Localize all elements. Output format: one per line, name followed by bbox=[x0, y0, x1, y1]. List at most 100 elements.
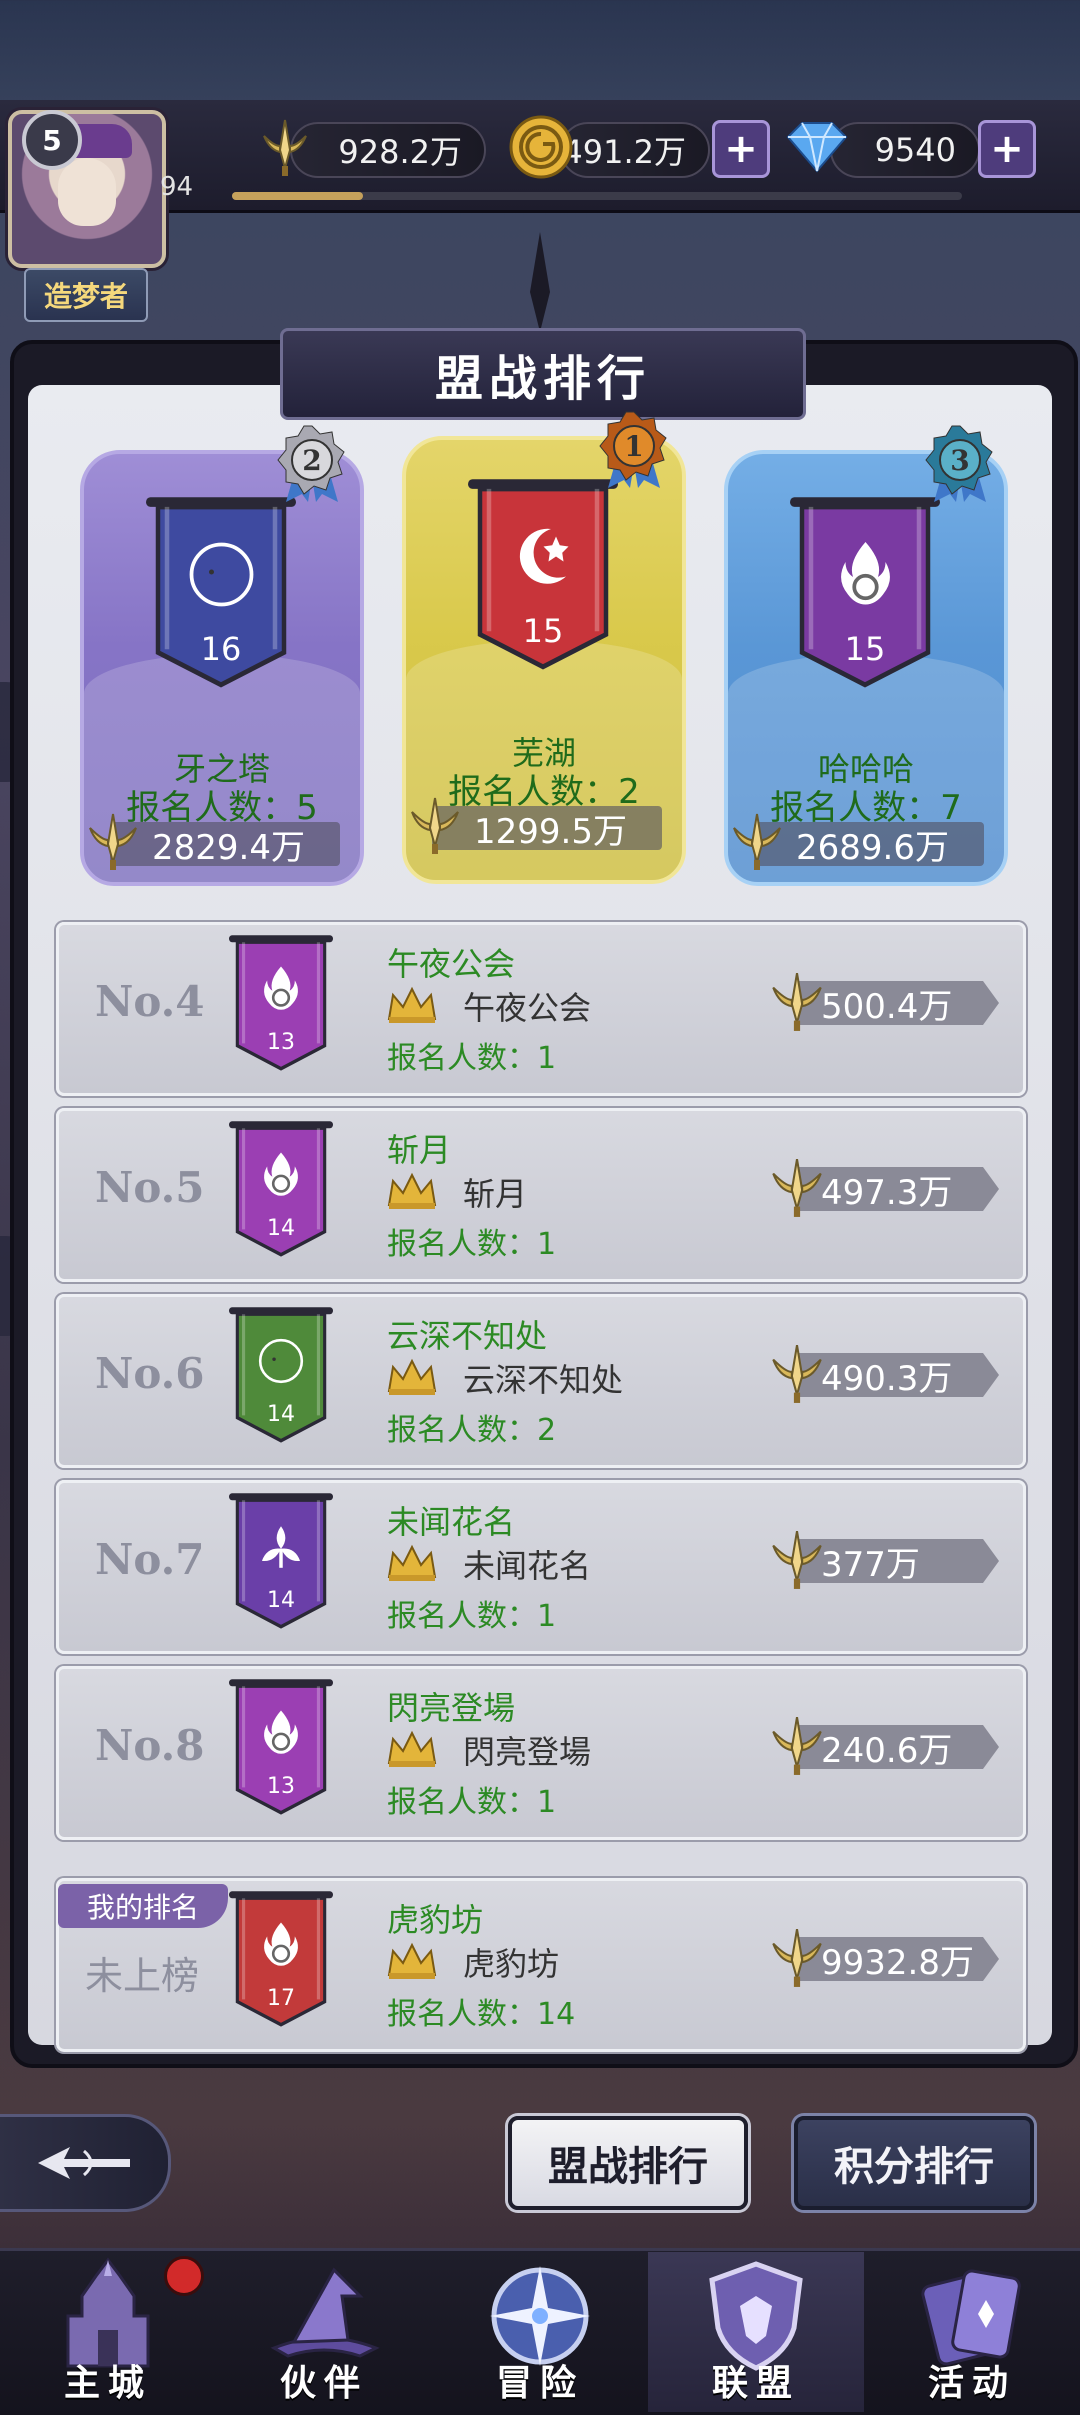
nav-label: 活动 bbox=[927, 2362, 1016, 2404]
my-rank-tag: 我的排名 bbox=[58, 1884, 228, 1928]
my-rank-status: 未上榜 bbox=[85, 1954, 200, 1998]
guild-leader: 未闻花名 bbox=[463, 1547, 592, 1585]
guild-name: 閃亮登場 bbox=[387, 1689, 516, 1727]
guild-power: 240.6万 bbox=[799, 1725, 999, 1769]
table-row[interactable]: No.4 13 午夜公会 午夜公会 报名人数：1 500.4万 bbox=[56, 922, 1026, 1096]
emblem-number: 13 bbox=[267, 1029, 295, 1055]
guild-registrations: 报名人数：1 bbox=[387, 1599, 557, 1634]
add-diamond-button[interactable]: + bbox=[978, 120, 1036, 178]
nav-item-1[interactable]: 伙伴 bbox=[216, 2252, 432, 2412]
nav-label: 主城 bbox=[63, 2362, 152, 2404]
emblem-number: 14 bbox=[267, 1587, 295, 1613]
guild-power: 500.4万 bbox=[799, 981, 999, 1025]
svg-text:2: 2 bbox=[302, 444, 321, 477]
flame-icon bbox=[264, 1922, 298, 1967]
power-sword-icon bbox=[250, 112, 320, 182]
diamond-icon bbox=[782, 112, 852, 182]
title-ornament-icon bbox=[530, 232, 550, 332]
guild-power: 497.3万 bbox=[799, 1167, 999, 1211]
emblem-number: 15 bbox=[522, 611, 564, 650]
power-sword-icon bbox=[772, 972, 822, 1031]
moon-icon bbox=[189, 542, 253, 607]
flame-icon bbox=[264, 1710, 298, 1755]
rank-number: No.7 bbox=[95, 1535, 205, 1584]
emblem-number: 13 bbox=[267, 1773, 295, 1799]
my-guild-name: 虎豹坊 bbox=[387, 1901, 484, 1939]
rank-medal-1: 1 bbox=[594, 410, 674, 494]
my-guild-leader: 虎豹坊 bbox=[463, 1945, 560, 1983]
crown-icon bbox=[387, 1172, 437, 1209]
guild-name: 斩月 bbox=[387, 1131, 452, 1169]
power-sword-icon bbox=[733, 813, 781, 870]
flower-icon bbox=[261, 1526, 301, 1569]
guild-registrations: 报名人数：1 bbox=[387, 1227, 557, 1262]
crown-icon bbox=[387, 1358, 437, 1395]
podium-card-3[interactable]: 15 哈哈哈 报名人数：7 2689.6万 bbox=[724, 450, 1008, 886]
guild-name: 云深不知处 bbox=[387, 1317, 548, 1355]
xp-level-number: 94 bbox=[160, 172, 194, 202]
panel-title: 盟战排行 bbox=[280, 328, 806, 420]
emblem-number: 17 bbox=[267, 1985, 295, 2011]
power-sword-icon bbox=[772, 1716, 822, 1775]
guild-leader: 閃亮登場 bbox=[463, 1733, 592, 1771]
nav-label: 伙伴 bbox=[279, 2362, 368, 2404]
svg-text:1: 1 bbox=[624, 430, 643, 463]
gold-coin-icon bbox=[506, 112, 576, 182]
emblem-number: 16 bbox=[200, 629, 242, 668]
flame-icon bbox=[264, 966, 298, 1011]
table-row[interactable]: No.5 14 斩月 斩月 报名人数：1 497.3万 bbox=[56, 1108, 1026, 1282]
add-gold-button[interactable]: + bbox=[712, 120, 770, 178]
crown-icon bbox=[387, 1544, 437, 1581]
rank-medal-2: 2 bbox=[272, 424, 352, 508]
rank-number: No.8 bbox=[95, 1721, 205, 1770]
podium-card-2[interactable]: 16 牙之塔 报名人数：5 2829.4万 bbox=[80, 450, 364, 886]
nav-item-2[interactable]: 冒险 bbox=[432, 2252, 648, 2412]
player-level-badge: 5 bbox=[22, 110, 82, 170]
podium-card-1[interactable]: 15 芜湖 报名人数：2 1299.5万 bbox=[402, 436, 686, 884]
emblem-number: 14 bbox=[267, 1215, 295, 1241]
back-button[interactable] bbox=[0, 2114, 171, 2212]
power-sword-icon bbox=[772, 1530, 822, 1589]
guild-name: 午夜公会 bbox=[387, 945, 516, 983]
table-row[interactable]: No.7 14 未闻花名 未闻花名 报名人数：1 377万 bbox=[56, 1480, 1026, 1654]
notification-dot bbox=[164, 2256, 204, 2296]
power-sword-icon bbox=[772, 1344, 822, 1403]
guild-registrations: 报名人数：1 bbox=[387, 1041, 557, 1076]
nav-item-4[interactable]: 活动 bbox=[864, 2252, 1080, 2412]
guild-registrations: 报名人数：2 bbox=[387, 1413, 557, 1448]
rank-number: No.4 bbox=[95, 977, 205, 1026]
guild-leader: 斩月 bbox=[463, 1175, 528, 1213]
player-title-tag[interactable]: 造梦者 bbox=[24, 268, 148, 322]
my-guild-registrations: 报名人数：14 bbox=[387, 1997, 576, 2032]
tab-alliance-war-ranking[interactable]: 盟战排行 bbox=[508, 2116, 748, 2210]
podium-power: 1299.5万 bbox=[432, 806, 662, 852]
crescent-star-icon bbox=[519, 528, 568, 584]
power-sword-icon bbox=[772, 1928, 822, 1987]
crown-icon bbox=[387, 1730, 437, 1767]
guild-name: 未闻花名 bbox=[387, 1503, 516, 1541]
crown-icon bbox=[387, 1942, 437, 1979]
flame-icon bbox=[840, 541, 890, 605]
rank-number: No.5 bbox=[95, 1163, 205, 1212]
emblem-number: 15 bbox=[844, 629, 886, 668]
rank-number: No.6 bbox=[95, 1349, 205, 1398]
back-arrow-icon bbox=[38, 2147, 130, 2179]
moon-icon bbox=[258, 1339, 304, 1384]
table-row[interactable]: No.8 13 閃亮登場 閃亮登場 报名人数：1 240.6万 bbox=[56, 1666, 1026, 1840]
xp-bar-fill bbox=[232, 192, 364, 200]
svg-text:3: 3 bbox=[950, 444, 969, 477]
guild-power: 490.3万 bbox=[799, 1353, 999, 1397]
nav-label: 联盟 bbox=[711, 2362, 800, 2404]
table-row[interactable]: No.6 14 云深不知处 云深不知处 报名人数：2 490.3万 bbox=[56, 1294, 1026, 1468]
emblem-number: 14 bbox=[267, 1401, 295, 1427]
nav-label: 冒险 bbox=[495, 2362, 584, 2404]
power-sword-icon bbox=[772, 1158, 822, 1217]
guild-leader: 云深不知处 bbox=[463, 1361, 624, 1399]
guild-leader: 午夜公会 bbox=[463, 989, 592, 1027]
nav-item-3[interactable]: 联盟 bbox=[648, 2252, 864, 2412]
rank-medal-3: 3 bbox=[920, 424, 1000, 508]
tab-points-ranking[interactable]: 积分排行 bbox=[794, 2116, 1034, 2210]
power-sword-icon bbox=[89, 813, 137, 870]
podium-power: 2689.6万 bbox=[754, 822, 984, 868]
flame-icon bbox=[264, 1152, 298, 1197]
